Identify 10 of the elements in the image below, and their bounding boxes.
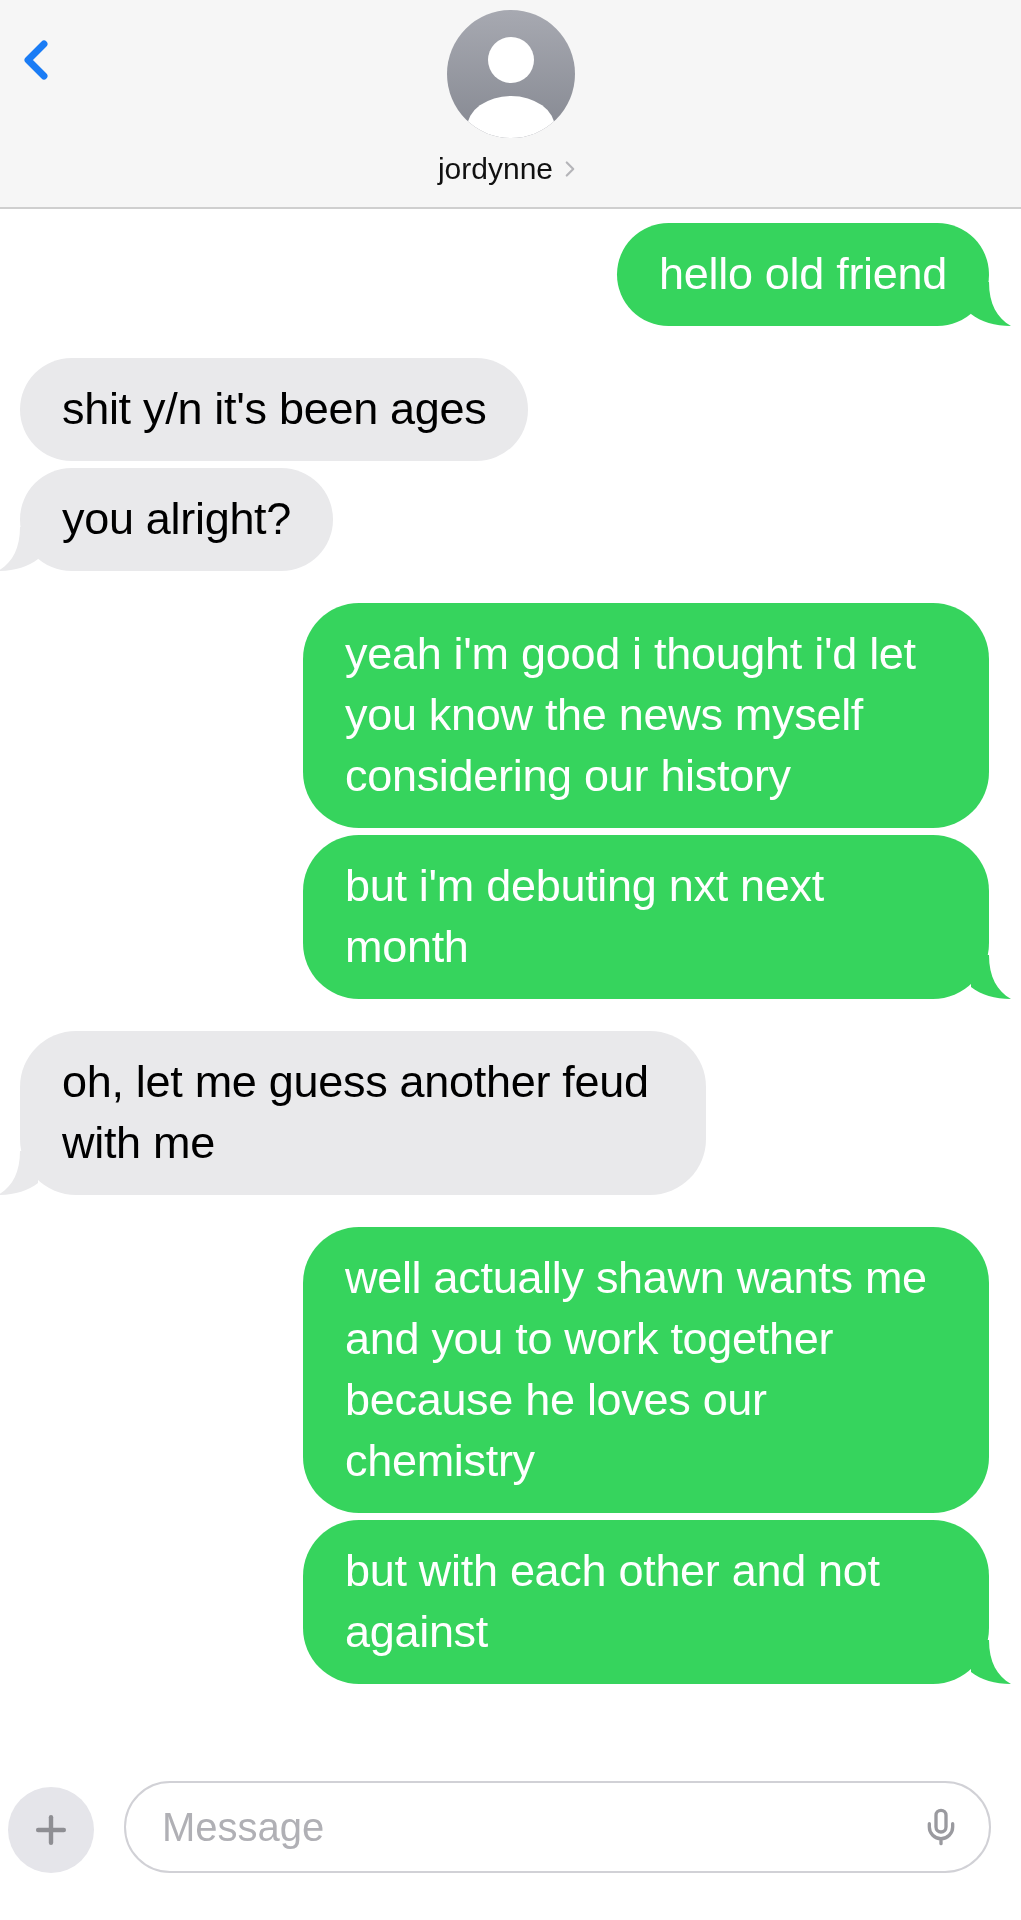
- sent-message-bubble: well actually shawn wants me and you to work together because he loves our chemistry: [303, 1227, 989, 1513]
- message-input[interactable]: Message: [160, 1803, 921, 1851]
- received-message-bubble: shit y/n it's been ages: [20, 358, 529, 461]
- contact-name[interactable]: jordynne: [437, 152, 584, 186]
- message-field[interactable]: Message: [124, 1781, 991, 1873]
- bubble-tail-icon: [971, 955, 1011, 999]
- sent-message-bubble: yeah i'm good i thought i'd let you know the news myself considering our history: [303, 603, 989, 828]
- bubble-tail-icon: [971, 1640, 1011, 1684]
- avatar-icon[interactable]: [446, 10, 575, 138]
- bubble-tail-icon: [971, 282, 1011, 326]
